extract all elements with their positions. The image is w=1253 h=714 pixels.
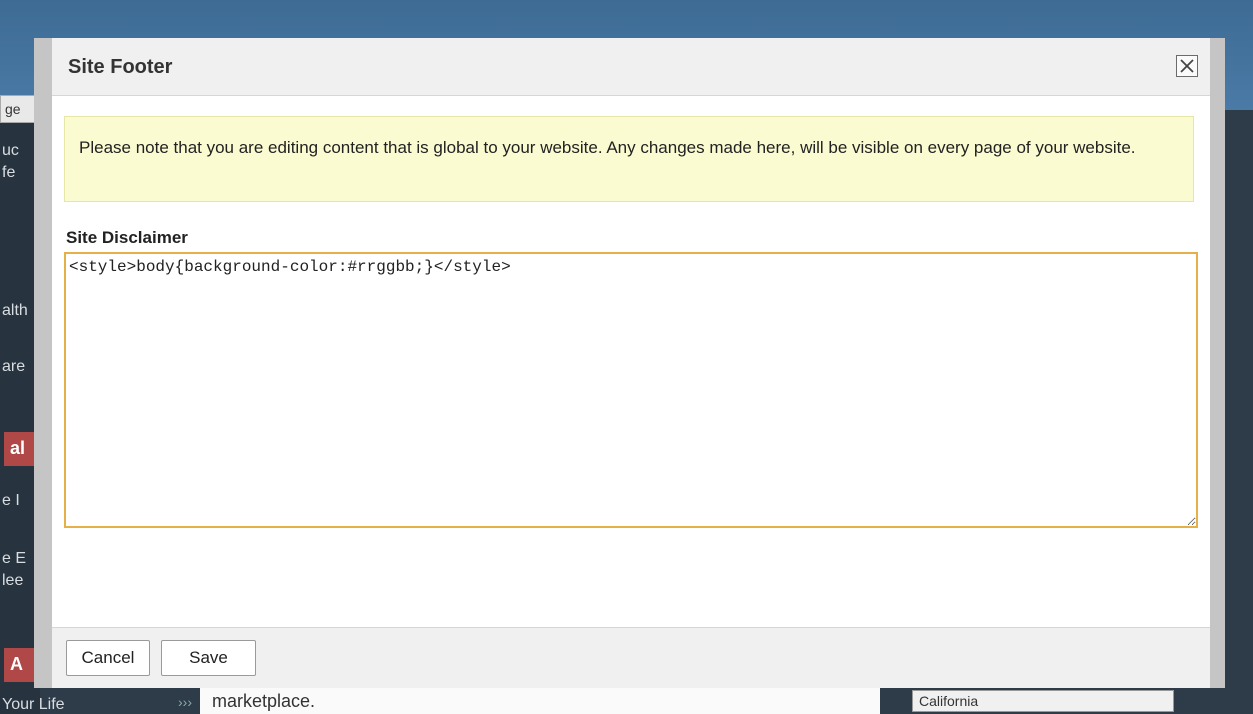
background-red-tab-label: A <box>10 654 23 674</box>
background-text: e I <box>2 492 20 509</box>
close-button[interactable] <box>1176 55 1198 77</box>
dialog-title: Site Footer <box>68 56 173 78</box>
background-text: e E <box>2 550 27 567</box>
site-footer-dialog: Site Footer Please note that you are edi… <box>52 38 1210 688</box>
background-red-tab: A <box>4 648 38 682</box>
background-state-select: California <box>912 690 1174 712</box>
notice-text: Please note that you are editing content… <box>79 138 1136 157</box>
background-red-tab: al <box>4 432 38 466</box>
textarea-wrapper: <style>body{background-color:#rrggbb;}</… <box>64 252 1198 528</box>
close-icon <box>1180 59 1194 73</box>
background-state-select-value: California <box>919 693 979 709</box>
background-search-text: ge <box>5 101 21 117</box>
background-text: fe <box>2 164 16 181</box>
save-button[interactable]: Save <box>161 640 256 676</box>
background-text: lee <box>2 572 24 589</box>
background-text: are <box>2 358 26 375</box>
background-text: alth <box>2 302 28 319</box>
background-red-tab-label: al <box>10 438 26 458</box>
background-content: marketplace. <box>200 688 900 714</box>
background-text: uc <box>2 142 19 159</box>
dialog-header: Site Footer <box>52 38 1210 96</box>
cancel-button[interactable]: Cancel <box>66 640 150 676</box>
chevron-right-icon: ››› <box>178 694 192 710</box>
background-content-text: marketplace. <box>212 691 316 711</box>
background-text: Your Life <box>2 696 65 713</box>
site-disclaimer-textarea[interactable]: <style>body{background-color:#rrggbb;}</… <box>64 252 1198 528</box>
site-disclaimer-label: Site Disclaimer <box>66 228 188 247</box>
global-content-notice: Please note that you are editing content… <box>64 116 1194 202</box>
dialog-footer: Cancel Save <box>52 627 1210 688</box>
